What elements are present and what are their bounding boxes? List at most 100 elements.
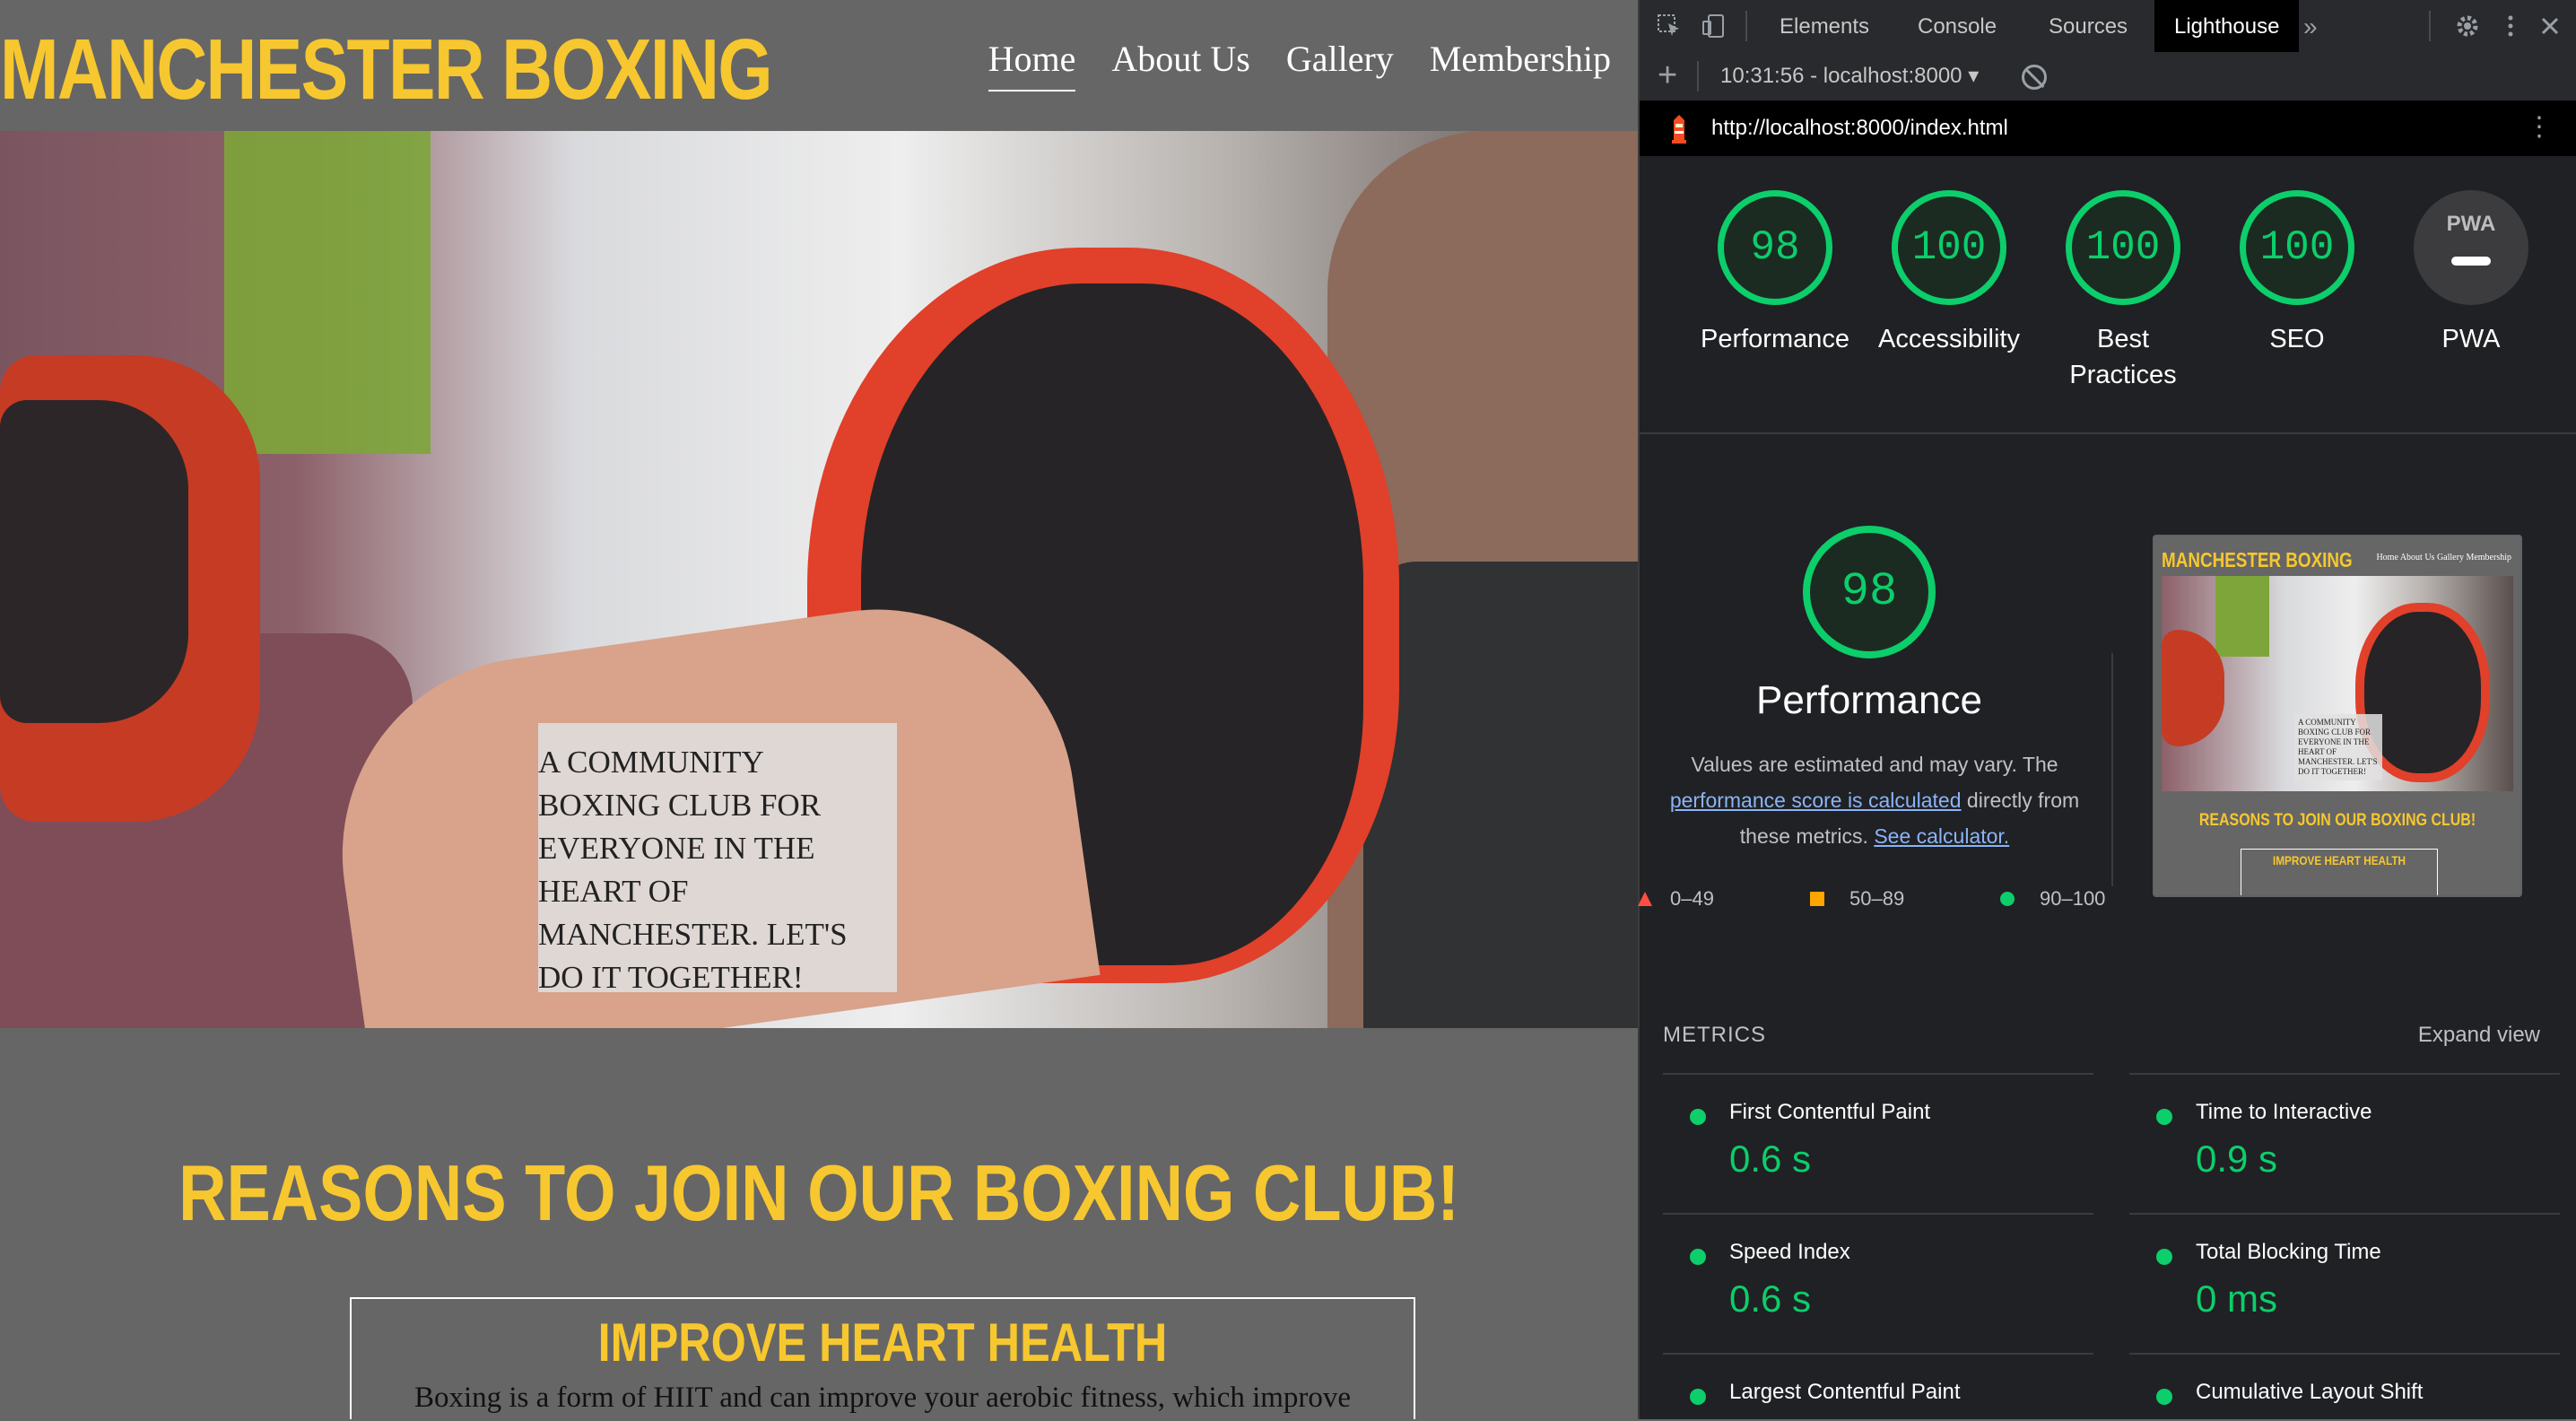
gauge-ring: 100 [2240,190,2354,305]
expand-view-toggle[interactable]: Expand view [2418,1023,2540,1048]
pass-circle-icon [1690,1249,1706,1265]
performance-title: Performance [1756,678,1982,722]
website-page: MANCHESTER BOXING Home About Us Gallery … [0,0,1638,1419]
metric-name: Time to Interactive [2196,1100,2372,1124]
reason-card-text: Boxing is a form of HIIT and can improve… [413,1382,1352,1414]
lighthouse-toolbar: + 10:31:56 - localhost:8000 ▾ [1640,52,2576,101]
devtools-tabbar: Elements Console Sources Lighthouse » [1640,0,2576,53]
metrics-section-label: METRICS [1663,1023,1766,1047]
nav-link-gallery[interactable]: Gallery [1286,34,1394,92]
metric-name: Total Blocking Time [2196,1240,2381,1264]
tab-lighthouse[interactable]: Lighthouse [2154,0,2300,52]
metric-name: Largest Contentful Paint [1729,1380,1961,1404]
pwa-gauge-badge: PWA [2414,190,2528,305]
gauge-pwa[interactable]: PWA PWA [2386,190,2556,357]
settings-gear-icon[interactable] [2454,13,2481,39]
gauge-score: 100 [2085,224,2161,271]
tab-console[interactable]: Console [1898,0,2016,52]
thumb-reason-card: IMPROVE HEART HEALTH [2241,849,2438,895]
metric-total-blocking-time[interactable]: Total Blocking Time 0 ms [2129,1213,2560,1355]
metric-name: Cumulative Layout Shift [2196,1380,2424,1404]
fail-triangle-icon [1638,892,1652,906]
performance-desc-text: Values are estimated and may vary. The [1691,753,2058,776]
metric-cumulative-layout-shift[interactable]: Cumulative Layout Shift [2129,1353,2560,1421]
report-menu-icon[interactable]: ⋮ [2526,111,2553,143]
gauge-label: Performance [1700,325,1849,353]
customize-menu-icon[interactable] [2497,13,2524,39]
performance-score: 98 [1841,565,1898,618]
nav-link-home[interactable]: Home [988,34,1076,92]
gauge-ring: 100 [2066,190,2180,305]
see-calculator-link[interactable]: See calculator. [1874,824,2009,848]
hero-background-wall [224,131,431,454]
metric-first-contentful-paint[interactable]: First Contentful Paint 0.6 s [1663,1073,2093,1215]
thumb-brand: MANCHESTER BOXING [2162,548,2353,571]
reason-card-title: IMPROVE HEART HEALTH [597,1312,1168,1373]
performance-description: Values are estimated and may vary. The p… [1650,746,2099,854]
gauge-accessibility[interactable]: 100 Accessibility [1864,190,2034,357]
device-toolbar-icon[interactable] [1701,13,1727,39]
thumb-header: MANCHESTER BOXING Home About Us Gallery … [2162,544,2513,576]
reasons-heading: REASONS TO JOIN OUR BOXING CLUB! [178,1148,1459,1237]
section-divider [1640,432,2576,434]
score-calculated-link[interactable]: performance score is calculated [1670,789,1962,812]
clear-reports-icon[interactable] [2022,65,2047,90]
gauge-ring: 98 [1718,190,1832,305]
thumb-hero-caption: A COMMUNITY BOXING CLUB FOR EVERYONE IN … [2294,714,2382,780]
tab-elements[interactable]: Elements [1760,0,1889,52]
gauge-label: Accessibility [1878,325,2020,353]
gauge-label: PWA [2441,325,2501,353]
score-scale-legend: 0–49 50–89 90–100 [1638,883,2124,919]
metric-value: 0.6 s [1729,1138,1812,1180]
pass-circle-icon [2000,892,2015,906]
final-screenshot-thumbnail[interactable]: MANCHESTER BOXING Home About Us Gallery … [2153,535,2522,897]
hero-caption-box: A COMMUNITY BOXING CLUB FOR EVERYONE IN … [538,723,897,995]
reason-card-heart-health: IMPROVE HEART HEALTH Boxing is a form of… [350,1297,1415,1419]
gauge-label: SEO [2269,325,2325,353]
new-report-plus-icon[interactable]: + [1658,57,1677,93]
gauge-score: 100 [1911,224,1987,271]
gauge-score: 98 [1750,224,1800,271]
more-tabs-icon[interactable]: » [2303,13,2318,41]
metric-speed-index[interactable]: Speed Index 0.6 s [1663,1213,2093,1355]
toolbar-separator [1697,61,1699,92]
pwa-badge-text: PWA [2446,212,2496,236]
thumb-nav: Home About Us Gallery Membership [2376,553,2511,562]
pass-circle-icon [2156,1389,2172,1405]
lighthouse-logo-icon [1672,115,1686,144]
nav-link-about-us[interactable]: About Us [1111,34,1249,92]
tabbar-separator [1745,11,1747,41]
legend-average-label: 50–89 [1849,887,1905,910]
gauge-ring: 100 [1892,190,2006,305]
gauge-performance[interactable]: 98 Performance [1690,190,1860,357]
metric-name: First Contentful Paint [1729,1100,1931,1124]
gauge-score: 100 [2259,224,2335,271]
tab-sources[interactable]: Sources [2029,0,2147,52]
gauge-seo[interactable]: 100 SEO [2212,190,2382,357]
hero-boxer-top [1363,562,1638,1028]
performance-gauge-large: 98 [1803,526,1936,658]
inspect-element-icon[interactable] [1656,13,1683,39]
hero-left-focus-mitt-inner [0,400,188,723]
audited-url-bar: http://localhost:8000/index.html ⋮ [1640,100,2576,156]
metric-largest-contentful-paint[interactable]: Largest Contentful Paint [1663,1353,2093,1421]
pwa-dash-icon [2451,257,2491,266]
devtools-panel: Elements Console Sources Lighthouse » + … [1638,0,2576,1419]
site-brand-title[interactable]: MANCHESTER BOXING [0,16,773,124]
site-header: MANCHESTER BOXING Home About Us Gallery … [0,0,1638,131]
nav-link-membership[interactable]: Membership [1430,34,1611,92]
pass-circle-icon [2156,1109,2172,1125]
hero-caption-text: A COMMUNITY BOXING CLUB FOR EVERYONE IN … [538,745,848,995]
average-square-icon [1810,892,1824,906]
gauge-best-practices[interactable]: 100 Best Practices [2038,190,2208,393]
thumb-reason-card-title: IMPROVE HEART HEALTH [2272,853,2406,867]
metric-value: 0.9 s [2196,1138,2278,1180]
close-devtools-icon[interactable] [2537,13,2563,39]
metric-time-to-interactive[interactable]: Time to Interactive 0.9 s [2129,1073,2560,1215]
pass-circle-icon [1690,1389,1706,1405]
pass-circle-icon [1690,1109,1706,1125]
metric-name: Speed Index [1729,1240,1850,1264]
hero-image: A COMMUNITY BOXING CLUB FOR EVERYONE IN … [0,131,1638,1028]
report-select-dropdown[interactable]: 10:31:56 - localhost:8000 ▾ [1720,63,1979,90]
audited-url[interactable]: http://localhost:8000/index.html [1711,115,2008,142]
